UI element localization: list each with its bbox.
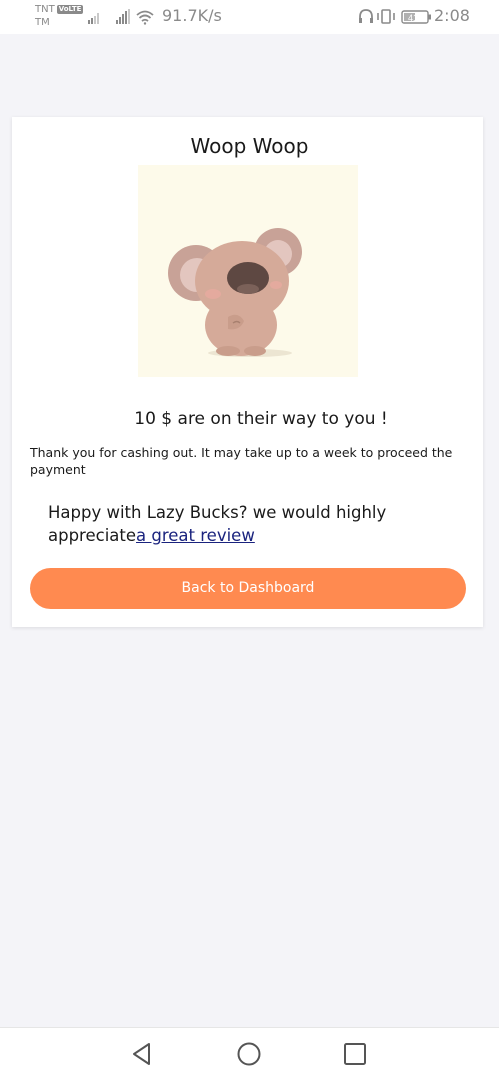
volte-badge: VoLTE [56,5,84,14]
net-speed: 91.7K/s [162,6,222,25]
back-triangle-icon[interactable] [128,1040,156,1068]
back-to-dashboard-button[interactable]: Back to Dashboard [30,568,466,609]
carrier-label: TNT VoLTE TM [35,3,84,29]
carrier-sub: TM [35,17,50,28]
clock: 2:08 [434,6,470,25]
navigation-bar [0,1027,499,1081]
review-link[interactable]: a great review [136,526,255,545]
battery-level: 41 [408,13,418,23]
recents-square-icon[interactable] [341,1040,369,1068]
koala-illustration [138,165,358,377]
home-circle-icon[interactable] [235,1040,263,1068]
headset-icon [359,9,373,23]
carrier-name: TNT [35,4,55,15]
card-title: Woop Woop [190,134,309,158]
signal-wifi-icons [88,9,154,25]
status-bar: TNT VoLTE TM 91.7K/s 41 2:08 [0,0,499,34]
signal-icon-2 [116,9,130,24]
vibrate-icon [377,9,395,24]
info-message: Thank you for cashing out. It may take u… [30,445,453,477]
wifi-icon [136,10,154,25]
signal-icon [88,13,99,24]
amount-message: 10 $ are on their way to you ! [134,409,388,429]
status-right-icons: 41 [359,9,431,24]
review-prompt: Happy with Lazy Bucks? we would highly a… [48,501,448,547]
